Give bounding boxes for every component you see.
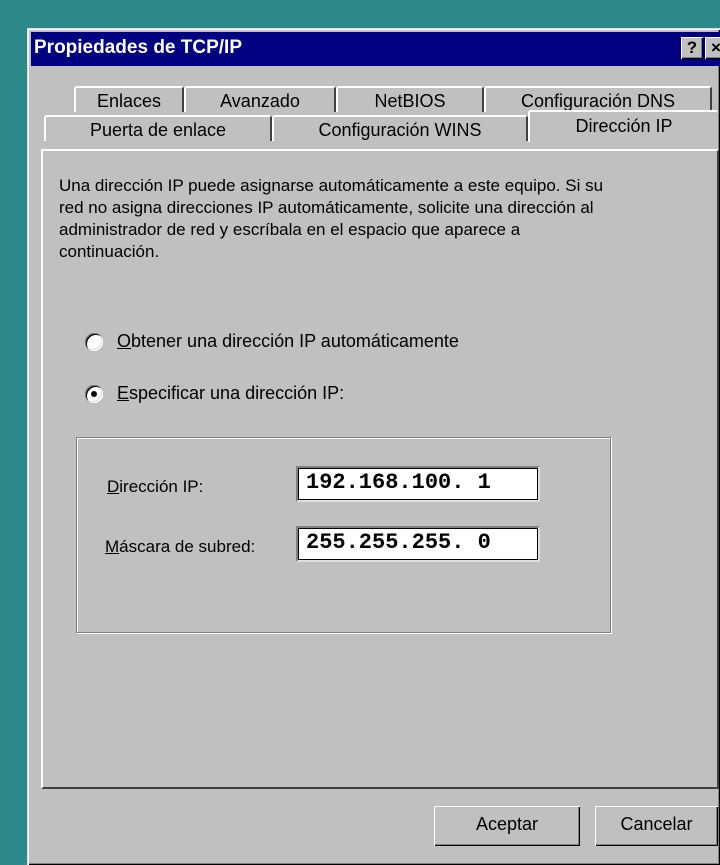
window-title: Propiedades de TCP/IP — [34, 37, 242, 58]
obtain-ip-auto-label[interactable]: Obtener una dirección IP automáticamente — [117, 331, 459, 352]
tab-direccion-ip[interactable]: Dirección IP — [528, 110, 718, 142]
tab-netbios[interactable]: NetBIOS — [336, 86, 484, 112]
subnet-mask-label: Máscara de subred: — [105, 537, 256, 556]
tab-configuracion-dns[interactable]: Configuración DNS — [484, 86, 712, 112]
ip-address-input[interactable]: 192.168.100. 1 — [296, 466, 540, 502]
help-button[interactable]: ? — [681, 37, 703, 59]
description-text: Una dirección IP puede asignarse automát… — [59, 176, 604, 261]
tab-avanzado[interactable]: Avanzado — [184, 86, 336, 112]
tab-enlaces[interactable]: Enlaces — [74, 86, 184, 112]
obtain-ip-auto-radio[interactable] — [85, 333, 103, 351]
radio-selected-dot — [91, 391, 97, 397]
specify-ip-radio[interactable] — [85, 385, 103, 403]
close-button[interactable]: × — [705, 37, 720, 59]
subnet-mask-input[interactable]: 255.255.255. 0 — [296, 526, 540, 562]
ip-address-label: Dirección IP: — [107, 477, 204, 496]
tab-configuracion-wins[interactable]: Configuración WINS — [272, 115, 528, 141]
title-bar[interactable]: Propiedades de TCP/IP ? × — [31, 32, 720, 66]
cancel-button[interactable]: Cancelar — [595, 806, 718, 846]
tab-puerta-de-enlace[interactable]: Puerta de enlace — [44, 115, 272, 141]
specify-ip-label[interactable]: Especificar una dirección IP: — [117, 383, 344, 404]
accept-button[interactable]: Aceptar — [434, 806, 580, 846]
